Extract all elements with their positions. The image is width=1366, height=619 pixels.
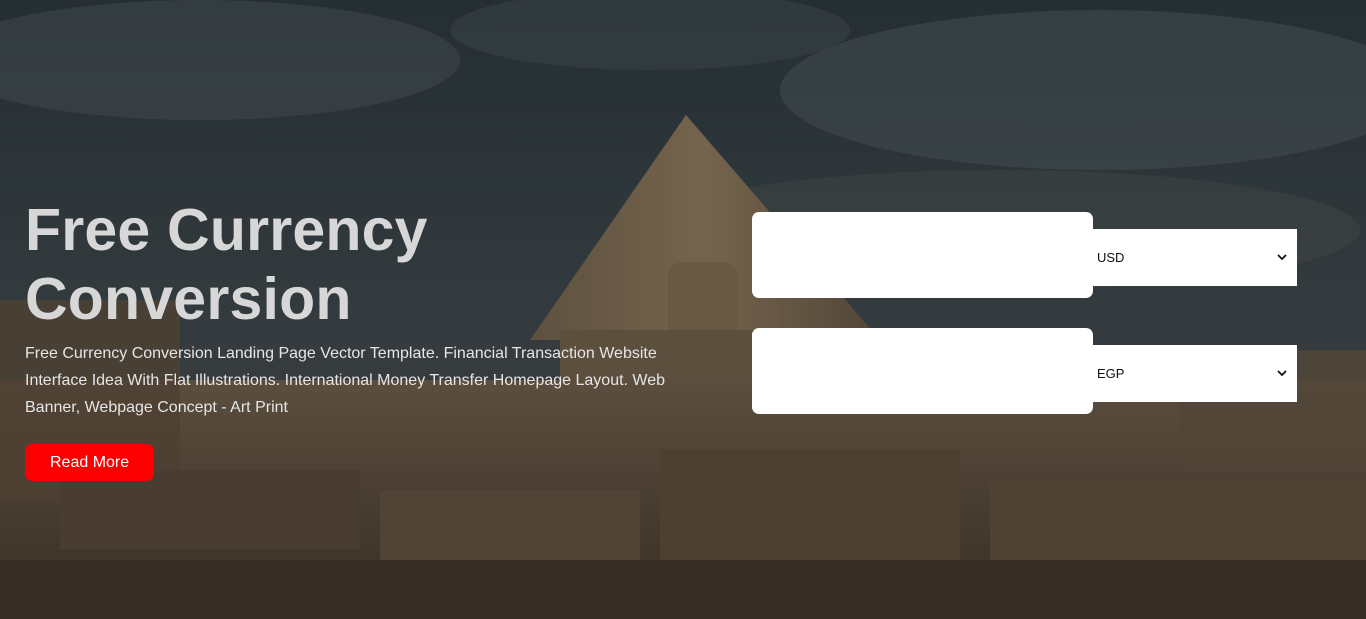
hero-text-block: Free Currency Conversion Free Currency C… bbox=[25, 196, 685, 481]
hero-section: Free Currency Conversion Free Currency C… bbox=[0, 0, 1366, 619]
chevron-down-icon bbox=[1275, 251, 1289, 265]
read-more-button[interactable]: Read More bbox=[25, 444, 155, 481]
chevron-down-icon bbox=[1275, 367, 1289, 381]
title-line-2: Conversion bbox=[25, 266, 352, 332]
from-amount-input[interactable] bbox=[752, 212, 1093, 298]
page-title: Free Currency Conversion bbox=[25, 196, 685, 334]
to-currency-value: EGP bbox=[1097, 366, 1125, 381]
title-line-1: Free Currency bbox=[25, 197, 428, 263]
converter-to-row: EGP bbox=[752, 328, 1297, 414]
converter-from-row: USD bbox=[752, 212, 1297, 298]
hero-description: Free Currency Conversion Landing Page Ve… bbox=[25, 345, 666, 416]
to-amount-input[interactable] bbox=[752, 328, 1093, 414]
from-currency-value: USD bbox=[1097, 250, 1125, 265]
from-currency-select[interactable]: USD bbox=[1093, 229, 1297, 286]
to-currency-select[interactable]: EGP bbox=[1093, 345, 1297, 402]
